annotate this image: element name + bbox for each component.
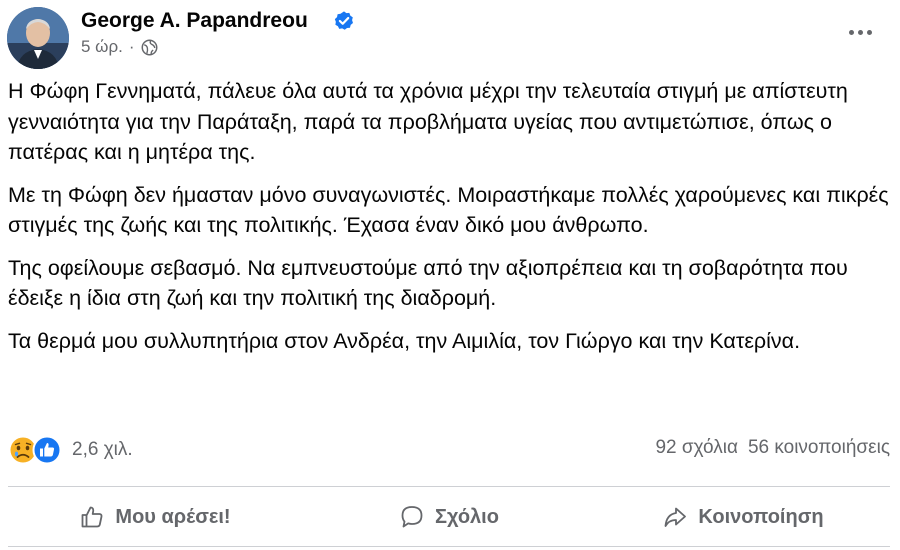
meta-separator: · <box>128 37 135 56</box>
verified-badge-icon[interactable] <box>333 10 355 32</box>
like-button[interactable]: Μου αρέσει! <box>8 492 302 542</box>
post-paragraph: Τα θερμά μου συλλυπητήρια στον Ανδρέα, τ… <box>8 328 801 353</box>
comment-icon <box>401 506 423 528</box>
divider <box>8 546 890 547</box>
post-meta: 5 ώρ. · <box>81 36 158 58</box>
globe-icon[interactable] <box>141 39 158 56</box>
comment-button-label: Σχόλιο <box>435 505 499 528</box>
thumbs-up-icon <box>82 506 103 528</box>
author-avatar[interactable] <box>7 7 69 69</box>
post-paragraph: Της οφείλουμε σεβασμό. Να εμπνευστούμε α… <box>8 255 848 311</box>
shares-count[interactable]: 56 κοινοποιήσεις <box>748 437 890 459</box>
post-author-name[interactable]: George A. Papandreou <box>81 8 308 34</box>
share-button[interactable]: Κοινοποίηση <box>596 492 890 542</box>
more-dot <box>857 29 863 35</box>
post-action-bar: Μου αρέσει! Σχόλιο Κοινοποίηση <box>8 492 890 542</box>
more-options-icon <box>848 29 854 35</box>
reactions-summary: 2,6 χιλ. <box>8 434 133 466</box>
share-button-label: Κοινοποίηση <box>698 505 824 528</box>
post-stats: 92 σχόλια 56 κοινοποιήσεις <box>655 437 890 459</box>
divider <box>8 486 890 487</box>
post-body: Η Φώφη Γεννηματά, πάλευε όλα αυτά τα χρό… <box>8 76 893 368</box>
avatar-image <box>7 7 69 69</box>
reaction-icons[interactable] <box>8 435 62 465</box>
share-icon <box>665 507 687 527</box>
post-paragraph: Η Φώφη Γεννηματά, πάλευε όλα αυτά τα χρό… <box>8 79 848 164</box>
comment-button[interactable]: Σχόλιο <box>302 492 596 542</box>
like-reaction-icon <box>32 435 62 465</box>
more-options-button[interactable] <box>840 14 880 50</box>
post-timestamp[interactable]: 5 ώρ. <box>81 36 123 58</box>
post-paragraph: Με τη Φώφη δεν ήμασταν μόνο συναγωνιστές… <box>8 182 889 238</box>
reaction-count[interactable]: 2,6 χιλ. <box>72 439 133 461</box>
like-button-label: Μου αρέσει! <box>115 505 231 528</box>
more-dot <box>866 29 872 35</box>
comments-count[interactable]: 92 σχόλια <box>655 437 738 459</box>
